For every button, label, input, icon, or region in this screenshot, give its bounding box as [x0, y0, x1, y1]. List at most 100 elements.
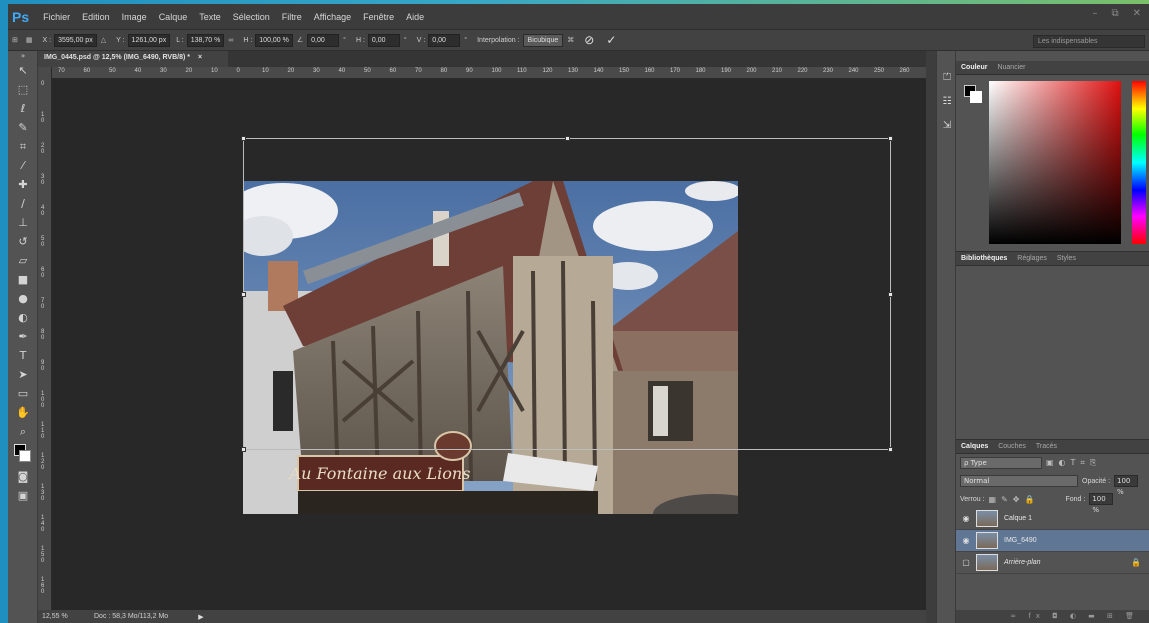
tab-traces[interactable]: Tracés [1031, 443, 1062, 450]
transform-tool-icon[interactable]: ⊞ [8, 36, 22, 44]
minimize-button[interactable]: – [1092, 8, 1097, 19]
ruler-h-tick: 40 [134, 68, 142, 74]
layer-row[interactable]: ◉ Calque 1 [956, 508, 1149, 530]
visibility-eye-icon[interactable]: ◉ [956, 514, 976, 523]
lock-icons[interactable]: ▦✎✥🔒 [989, 495, 1040, 504]
crop-tool-icon[interactable]: ⌗ [8, 137, 38, 156]
zoom-level[interactable]: 12,55 % [38, 613, 88, 620]
restore-button[interactable]: ⧉ [1111, 8, 1118, 19]
color-picker-field[interactable] [989, 81, 1121, 244]
tab-close-icon[interactable]: × [198, 54, 202, 61]
commit-transform-icon[interactable]: ✓ [600, 33, 622, 47]
tab-calques[interactable]: Calques [956, 443, 993, 450]
background-swatch[interactable] [19, 450, 31, 462]
delta-icon[interactable]: △ [97, 36, 110, 44]
tab-reglages[interactable]: Réglages [1012, 255, 1052, 262]
hskew-field[interactable]: 0,00 [367, 33, 400, 47]
screen-mode-icon[interactable]: ▣ [8, 486, 38, 505]
eyedropper-tool-icon[interactable]: ⁄ [8, 156, 38, 175]
vertical-ruler[interactable]: 0 1 0 2 0 3 0 4 0 5 0 6 0 7 0 8 0 9 0 1 0 0 1 1 0 1 … [38, 79, 52, 610]
blend-mode-select[interactable]: Normal [960, 475, 1078, 487]
tab-couleur[interactable]: Couleur [956, 64, 992, 71]
width-field[interactable]: 138,70 % [186, 33, 225, 47]
pen-tool-icon[interactable]: ✒ [8, 327, 38, 346]
close-button[interactable]: ✕ [1133, 8, 1141, 19]
eraser-tool-icon[interactable]: ▱ [8, 251, 38, 270]
menu-filtre[interactable]: Filtre [276, 12, 308, 22]
layer-row-background[interactable]: ▢ Arrière-plan 🔒 [956, 552, 1149, 574]
history-panel-icon[interactable]: ⏍ [937, 65, 957, 89]
menu-selection[interactable]: Sélection [227, 12, 276, 22]
blur-tool-icon[interactable]: ● [8, 289, 38, 308]
brush-tool-icon[interactable]: ∕ [8, 194, 38, 213]
lasso-tool-icon[interactable]: ℓ [8, 99, 38, 118]
canvas[interactable]: Au Fontaine aux Lions [52, 79, 926, 610]
cancel-transform-icon[interactable]: ⊘ [578, 33, 600, 47]
workspace-select[interactable]: Les indispensables [1033, 35, 1145, 48]
menu-fichier[interactable]: Fichier [37, 12, 76, 22]
warp-icon[interactable]: ⌘ [563, 36, 578, 44]
quick-select-tool-icon[interactable]: ✎ [8, 118, 38, 137]
layer-row-selected[interactable]: ◉ IMG_6490 [956, 530, 1149, 552]
x-field[interactable]: 3595,00 px [54, 33, 97, 47]
handle-middle-left[interactable] [241, 292, 246, 297]
handle-bottom-left[interactable] [241, 447, 246, 452]
opacity-field[interactable]: 100 % [1114, 475, 1139, 496]
handle-top-center[interactable] [565, 136, 570, 141]
menu-calque[interactable]: Calque [153, 12, 194, 22]
menu-texte[interactable]: Texte [193, 12, 227, 22]
fill-field[interactable]: 100 % [1089, 493, 1114, 514]
interpolation-select[interactable]: Bicubique [522, 33, 564, 47]
panel-background-swatch[interactable] [970, 91, 982, 103]
layer-filter-icons[interactable]: ▣◐T⌗⎘ [1046, 458, 1101, 468]
tab-bibliotheques[interactable]: Bibliothèques [956, 255, 1012, 262]
healing-tool-icon[interactable]: ✚ [8, 175, 38, 194]
gradient-tool-icon[interactable]: ■ [8, 270, 38, 289]
panel-collapse-icon[interactable]: » [8, 51, 38, 61]
visibility-toggle-empty[interactable]: ▢ [956, 558, 976, 567]
menu-fenetre[interactable]: Fenêtre [357, 12, 400, 22]
hue-slider[interactable] [1132, 81, 1146, 244]
tab-styles[interactable]: Styles [1052, 255, 1081, 262]
history-brush-tool-icon[interactable]: ↺ [8, 232, 38, 251]
document-tab[interactable]: IMG_0445.psd @ 12,5% (IMG_6490, RVB/8) *… [38, 51, 228, 67]
visibility-eye-icon[interactable]: ◉ [956, 536, 976, 545]
vertical-scrollbar[interactable] [926, 51, 936, 623]
color-swatches[interactable] [8, 441, 37, 467]
menu-affichage[interactable]: Affichage [308, 12, 357, 22]
clone-stamp-tool-icon[interactable]: ⊥ [8, 213, 38, 232]
tab-nuancier[interactable]: Nuancier [992, 64, 1030, 71]
type-tool-icon[interactable]: T [8, 346, 38, 365]
height-field[interactable]: 100,00 % [255, 33, 293, 47]
ruler-v-tick: 1 1 0 [41, 422, 45, 440]
hand-tool-icon[interactable]: ✋ [8, 403, 38, 422]
layers-footer-icons[interactable]: ∞ fx ◘ ◐ ▬ ⊞ 🗑 [956, 610, 1149, 623]
angle-field[interactable]: 0,00 [307, 33, 340, 47]
handle-bottom-right[interactable] [888, 447, 893, 452]
vskew-field[interactable]: 0,00 [428, 33, 461, 47]
reference-point-icon[interactable]: ▦ [22, 36, 37, 44]
handle-top-left[interactable] [241, 136, 246, 141]
ruler-corner[interactable] [38, 67, 52, 79]
character-panel-icon[interactable]: ⇲ [937, 113, 957, 137]
menu-aide[interactable]: Aide [400, 12, 430, 22]
menu-edition[interactable]: Edition [76, 12, 116, 22]
menu-image[interactable]: Image [116, 12, 153, 22]
path-select-tool-icon[interactable]: ➤ [8, 365, 38, 384]
move-tool-icon[interactable]: ↖ [8, 61, 38, 80]
marquee-tool-icon[interactable]: ⬚ [8, 80, 38, 99]
tab-couches[interactable]: Couches [993, 443, 1031, 450]
layer-kind-filter[interactable]: ρ Type [960, 457, 1042, 469]
properties-panel-icon[interactable]: ☷ [937, 89, 957, 113]
dodge-tool-icon[interactable]: ◐ [8, 308, 38, 327]
y-field[interactable]: 1261,00 px [127, 33, 171, 47]
transform-bounding-box[interactable] [241, 136, 893, 452]
shape-tool-icon[interactable]: ▭ [8, 384, 38, 403]
handle-middle-right[interactable] [888, 292, 893, 297]
handle-top-right[interactable] [888, 136, 893, 141]
horizontal-ruler[interactable]: 70 60 50 40 30 20 10 0 10 20 30 40 50 60 70 80 90 100 110 1… [52, 67, 926, 79]
status-menu-arrow-icon[interactable]: ▶ [198, 613, 203, 621]
quick-mask-icon[interactable]: ◙ [8, 467, 38, 486]
link-icon[interactable]: ∞ [224, 37, 237, 44]
zoom-tool-icon[interactable]: ⌕ [8, 422, 38, 441]
